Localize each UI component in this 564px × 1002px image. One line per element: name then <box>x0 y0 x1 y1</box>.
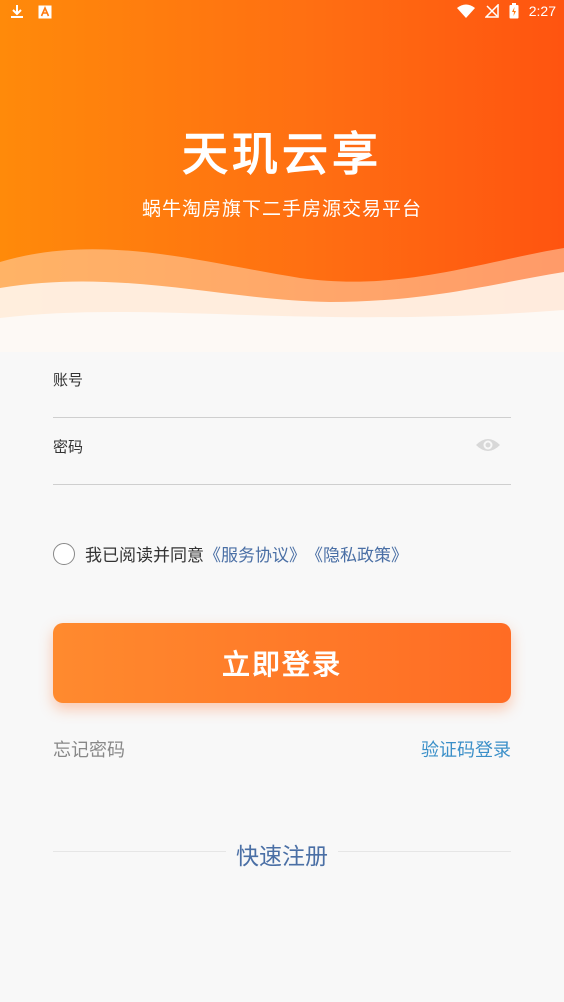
password-label: 密码 <box>53 438 84 456</box>
password-field[interactable]: 密码 <box>53 424 511 485</box>
agreement-text: 我已阅读并同意 <box>85 546 204 566</box>
register-row: 快速注册 <box>0 837 564 871</box>
agreement-row: 我已阅读并同意 《服务协议》 《隐私政策》 <box>53 541 408 566</box>
app-subtitle: 蜗牛淘房旗下二手房源交易平台 <box>141 198 422 220</box>
agreement-checkbox[interactable] <box>53 542 75 565</box>
account-input[interactable] <box>113 363 477 397</box>
service-agreement-link[interactable]: 《服务协议》 <box>204 541 306 566</box>
status-time: 2:27 <box>528 3 556 19</box>
a-icon <box>38 5 52 19</box>
eye-icon[interactable] <box>475 436 501 454</box>
account-label: 账号 <box>53 371 84 389</box>
battery-icon <box>509 3 519 19</box>
privacy-policy-link[interactable]: 《隐私政策》 <box>306 541 408 566</box>
code-login-link[interactable]: 验证码登录 <box>421 736 511 762</box>
wifi-icon <box>456 4 475 18</box>
forgot-password-link[interactable]: 忘记密码 <box>53 736 125 762</box>
status-bar: 2:27 <box>0 0 564 24</box>
account-field[interactable]: 账号 <box>53 357 511 418</box>
quick-register-link[interactable]: 快速注册 <box>226 844 338 870</box>
download-icon <box>11 5 23 18</box>
app-title: 天玑云享 <box>182 127 382 181</box>
no-signal-icon <box>484 4 499 18</box>
password-input[interactable] <box>113 430 477 464</box>
login-button[interactable]: 立即登录 <box>53 623 511 703</box>
header-banner: 2:27 天玑云享 蜗牛淘房旗下二手房源交易平台 <box>0 0 564 352</box>
